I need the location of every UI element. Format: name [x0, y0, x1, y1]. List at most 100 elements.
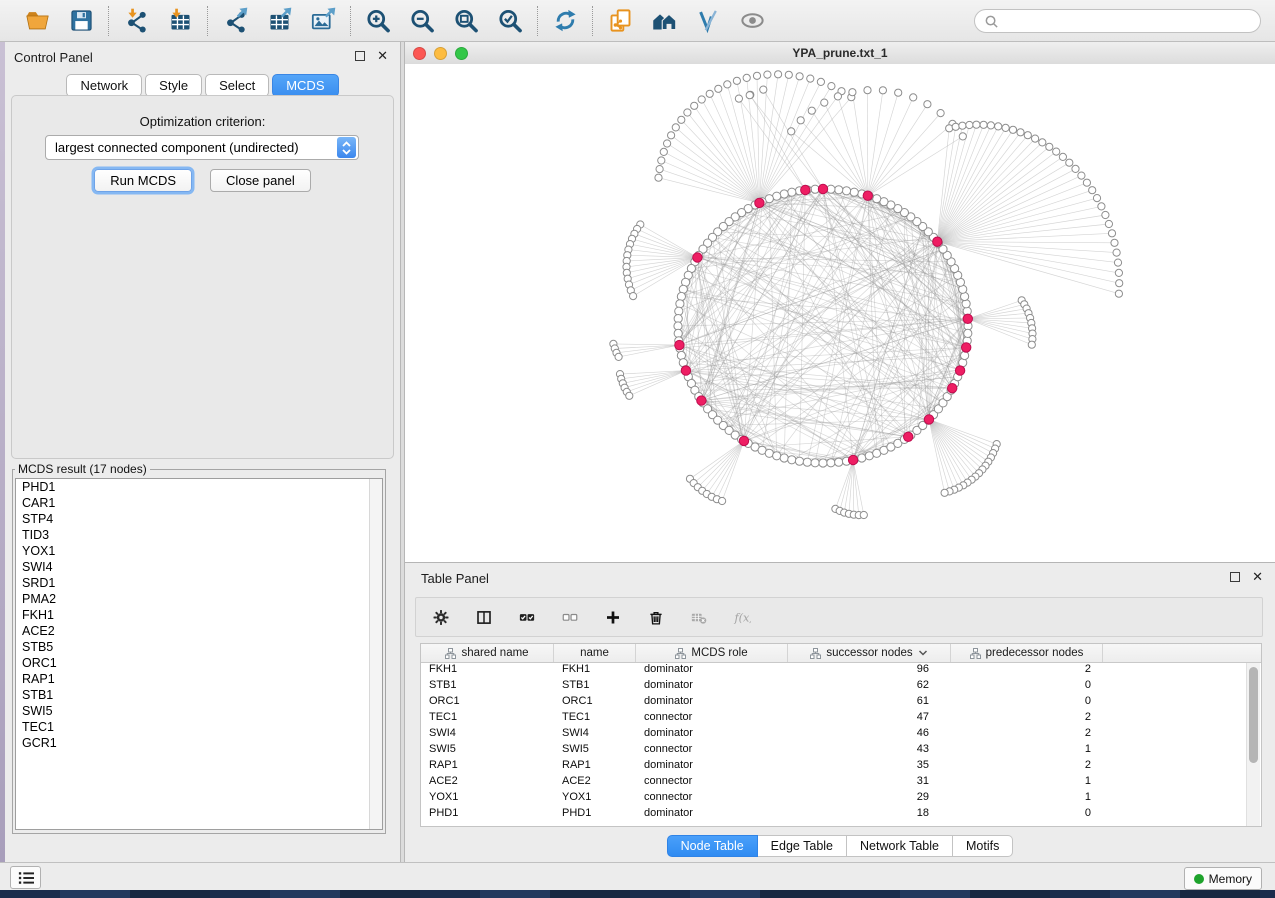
table-row[interactable]: FKH1FKH1dominator962: [421, 663, 1261, 679]
table-header-row: shared namenameMCDS rolesuccessor nodesp…: [421, 644, 1261, 663]
table-scrollbar-thumb[interactable]: [1249, 667, 1258, 763]
table-row[interactable]: SWI5SWI5connector431: [421, 743, 1261, 759]
column-header-successor-nodes[interactable]: successor nodes: [788, 644, 951, 662]
table-row[interactable]: YOX1YOX1connector291: [421, 791, 1261, 807]
table-toolbar-button-add-column[interactable]: [598, 602, 628, 632]
mcds-result-item[interactable]: FKH1: [16, 607, 382, 623]
mcds-result-item[interactable]: ORC1: [16, 655, 382, 671]
mcds-result-item[interactable]: TEC1: [16, 719, 382, 735]
cell-successor-nodes: 31: [788, 775, 951, 791]
cell-shared-name: ORC1: [421, 695, 554, 711]
network-graph[interactable]: [405, 64, 1275, 562]
table-row[interactable]: RAP1RAP1dominator352: [421, 759, 1261, 775]
float-table-panel-icon[interactable]: [1230, 572, 1240, 582]
toolbar-button-zoom-fit[interactable]: [451, 6, 481, 36]
tab-mcds[interactable]: MCDS: [272, 74, 338, 97]
cell-shared-name: SWI4: [421, 727, 554, 743]
float-panel-icon[interactable]: [355, 51, 365, 61]
network-window-titlebar[interactable]: YPA_prune.txt_1: [405, 42, 1275, 65]
mcds-result-item[interactable]: SRD1: [16, 575, 382, 591]
toolbar-button-refresh-layout[interactable]: [550, 6, 580, 36]
toolbar-button-cybrowser-home[interactable]: [649, 6, 679, 36]
namespace-icon: [970, 648, 981, 659]
toolbar-button-import-table[interactable]: [165, 6, 195, 36]
toolbar-button-open-folder[interactable]: [22, 6, 52, 36]
cell-predecessor-nodes: 2: [951, 711, 1103, 727]
export-table-icon: [266, 7, 293, 34]
toolbar-button-clone-network[interactable]: [605, 6, 635, 36]
zoom-window-icon[interactable]: [455, 47, 468, 60]
tab-network[interactable]: Network: [66, 74, 142, 97]
table-row[interactable]: SWI4SWI4dominator462: [421, 727, 1261, 743]
mcds-result-item[interactable]: STB1: [16, 687, 382, 703]
toolbar-button-vizmap-pen[interactable]: [693, 6, 723, 36]
memory-label: Memory: [1209, 872, 1252, 886]
table-toolbar-button-delete-column[interactable]: [641, 602, 671, 632]
zoom-in-icon: [365, 7, 392, 34]
namespace-icon: [675, 648, 686, 659]
column-header-name[interactable]: name: [554, 644, 636, 662]
mcds-result-item[interactable]: RAP1: [16, 671, 382, 687]
mcds-result-item[interactable]: PMA2: [16, 591, 382, 607]
run-mcds-button[interactable]: Run MCDS: [94, 169, 192, 192]
column-header-shared-name[interactable]: shared name: [421, 644, 554, 662]
table-row[interactable]: PHD1PHD1dominator180: [421, 807, 1261, 823]
table-row[interactable]: ACE2ACE2connector311: [421, 775, 1261, 791]
tab-select[interactable]: Select: [205, 74, 269, 97]
mcds-result-item[interactable]: STP4: [16, 511, 382, 527]
toolbar-button-export-table[interactable]: [264, 6, 294, 36]
mcds-result-item[interactable]: GCR1: [16, 735, 382, 751]
close-panel-button[interactable]: Close panel: [210, 169, 311, 192]
table-toolbar-button-settings-gear[interactable]: [426, 602, 456, 632]
mcds-result-item[interactable]: CAR1: [16, 495, 382, 511]
cell-predecessor-nodes: 0: [951, 807, 1103, 823]
cell-successor-nodes: 29: [788, 791, 951, 807]
cell-name: RAP1: [554, 759, 636, 775]
close-window-icon[interactable]: [413, 47, 426, 60]
toolbar-button-zoom-selected[interactable]: [495, 6, 525, 36]
table-toolbar-button-deselect-all-checks[interactable]: [555, 602, 585, 632]
tab-node-table[interactable]: Node Table: [667, 835, 758, 857]
table-row[interactable]: ORC1ORC1dominator610: [421, 695, 1261, 711]
tab-style[interactable]: Style: [145, 74, 202, 97]
toolbar-button-zoom-in[interactable]: [363, 6, 393, 36]
task-history-button[interactable]: [10, 866, 41, 889]
search-input[interactable]: [1004, 13, 1251, 29]
memory-button[interactable]: Memory: [1184, 867, 1262, 890]
table-row[interactable]: STB1STB1dominator620: [421, 679, 1261, 695]
column-header-predecessor-nodes[interactable]: predecessor nodes: [951, 644, 1103, 662]
mcds-list-scrollbar[interactable]: [369, 479, 382, 829]
column-header-MCDS-role[interactable]: MCDS role: [636, 644, 788, 662]
control-panel-tabs: NetworkStyleSelectMCDS: [5, 74, 400, 97]
toolbar-button-export-network[interactable]: [220, 6, 250, 36]
table-toolbar-button-select-all-checks[interactable]: [512, 602, 542, 632]
mcds-result-item[interactable]: TID3: [16, 527, 382, 543]
table-toolbar: f(x): [415, 597, 1263, 637]
toolbar-button-zoom-out[interactable]: [407, 6, 437, 36]
toolbar-button-import-network[interactable]: [121, 6, 151, 36]
close-table-panel-icon[interactable]: ✕: [1252, 572, 1263, 582]
table-toolbar-button-split-panel[interactable]: [469, 602, 499, 632]
search-field[interactable]: [974, 9, 1261, 33]
tab-edge-table[interactable]: Edge Table: [758, 835, 847, 857]
criterion-dropdown[interactable]: largest connected component (undirected): [45, 135, 359, 160]
table-scrollbar[interactable]: [1246, 663, 1260, 826]
tab-motifs[interactable]: Motifs: [953, 835, 1013, 857]
toolbar-button-save[interactable]: [66, 6, 96, 36]
cell-MCDS-role: dominator: [636, 663, 788, 679]
minimize-window-icon[interactable]: [434, 47, 447, 60]
network-canvas[interactable]: [405, 64, 1275, 562]
close-panel-icon[interactable]: ✕: [377, 51, 388, 61]
mcds-result-item[interactable]: STB5: [16, 639, 382, 655]
table-row[interactable]: TEC1TEC1connector472: [421, 711, 1261, 727]
tab-network-table[interactable]: Network Table: [847, 835, 953, 857]
mcds-result-item[interactable]: YOX1: [16, 543, 382, 559]
mcds-result-item[interactable]: SWI4: [16, 559, 382, 575]
mcds-result-item[interactable]: ACE2: [16, 623, 382, 639]
mcds-result-item[interactable]: PHD1: [16, 479, 382, 495]
mcds-result-item[interactable]: SWI5: [16, 703, 382, 719]
cell-successor-nodes: 46: [788, 727, 951, 743]
zoom-fit-icon: [453, 7, 480, 34]
toolbar-button-export-image[interactable]: [308, 6, 338, 36]
mcds-result-list[interactable]: PHD1CAR1STP4TID3YOX1SWI4SRD1PMA2FKH1ACE2…: [15, 478, 383, 830]
